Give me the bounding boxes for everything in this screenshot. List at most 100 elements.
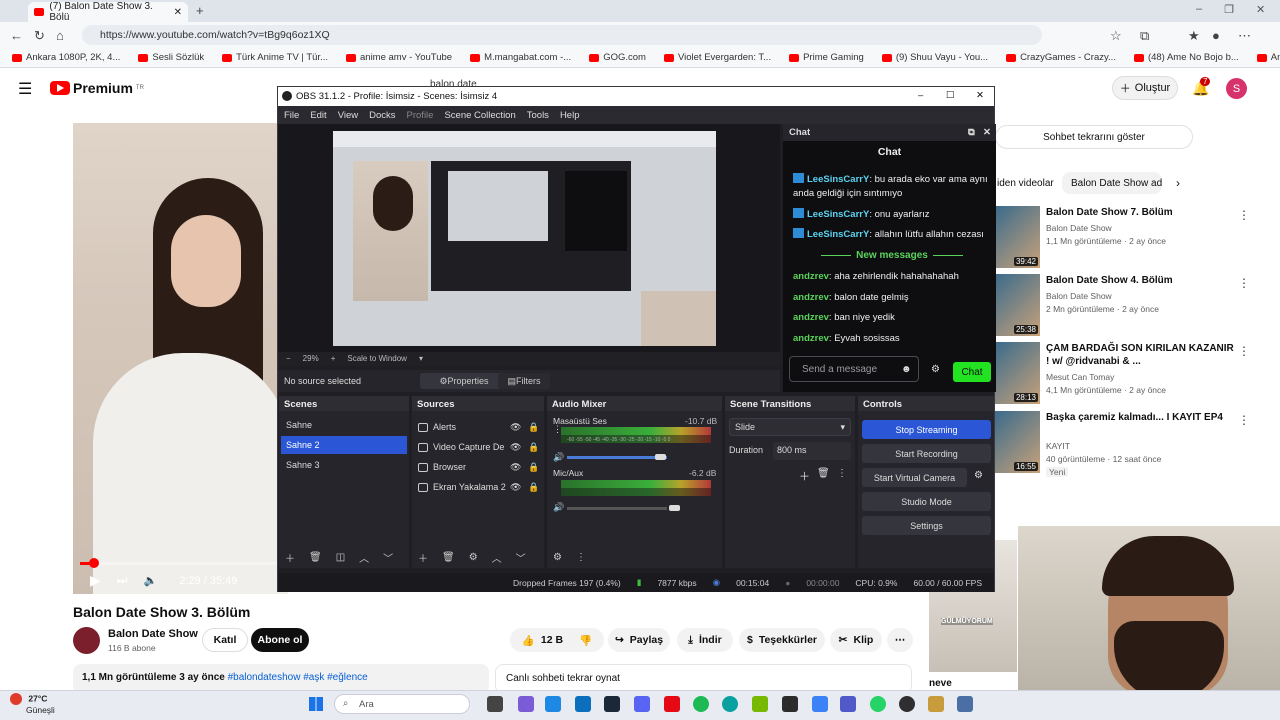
netflix-icon[interactable] (664, 696, 680, 712)
advanced-audio-icon[interactable]: ⚙ (553, 552, 562, 563)
bookmark-item[interactable]: (9) Shuu Vayu - You... (881, 52, 988, 63)
speaker-icon[interactable]: 🔊 (553, 502, 564, 513)
home-icon[interactable]: ⌂ (56, 28, 64, 43)
recommendation-item[interactable]: 28:13 ÇAM BARDAĞI SON KIRILAN KAZANIR ! … (995, 342, 1260, 404)
chat-username[interactable]: LeeSinsCarrY (807, 209, 869, 220)
account-avatar[interactable]: S (1226, 78, 1247, 99)
chat-username[interactable]: andzrev (793, 312, 829, 323)
more-options-icon[interactable]: ⋮ (1238, 276, 1250, 290)
menu-docks[interactable]: Docks (369, 110, 395, 124)
app-icon[interactable] (782, 696, 798, 712)
chat-username[interactable]: LeeSinsCarrY (807, 229, 869, 240)
channel-avatar[interactable] (73, 627, 100, 654)
nvidia-icon[interactable] (752, 696, 768, 712)
new-tab-icon[interactable]: + (196, 3, 204, 18)
scale-mode-select[interactable]: Scale to Window (347, 354, 407, 366)
recommendation-thumbnail[interactable]: 39:42 (995, 206, 1040, 268)
hamburger-menu-icon[interactable]: ☰ (18, 79, 32, 99)
start-virtual-camera-button[interactable]: Start Virtual Camera (862, 468, 967, 487)
obs-minimize-icon[interactable]: – (918, 90, 923, 101)
url-field[interactable]: https://www.youtube.com/watch?v=tBg9q6oz… (82, 25, 1042, 45)
taskbar-search[interactable]: ⌕ Ara (334, 694, 470, 714)
eye-icon[interactable]: 👁 (510, 442, 521, 453)
menu-view[interactable]: View (338, 110, 358, 124)
properties-button[interactable]: ⚙ Properties (420, 373, 508, 389)
lock-icon[interactable]: 🔒 (528, 442, 539, 453)
bookmark-item[interactable]: Violet Evergarden: T... (663, 52, 771, 63)
start-recording-button[interactable]: Start Recording (862, 444, 991, 463)
spotify-icon[interactable] (693, 696, 709, 712)
menu-dots-icon[interactable]: ⋯ (1238, 28, 1251, 44)
start-windows-icon[interactable] (309, 697, 323, 711)
bookmark-item[interactable]: M.mangabat.com -... (470, 52, 571, 63)
close-tab-icon[interactable]: ✕ (174, 7, 182, 18)
menu-file[interactable]: File (284, 110, 299, 124)
obs-preview-canvas[interactable] (333, 131, 716, 346)
extensions-icon[interactable]: ⧉ (1140, 28, 1149, 44)
menu-edit[interactable]: Edit (310, 110, 326, 124)
add-icon[interactable]: ＋ (418, 550, 428, 565)
store-icon[interactable] (575, 696, 591, 712)
source-item[interactable]: Ekran Yakalama 2 👁 🔒 (418, 478, 548, 496)
favorites-icon[interactable]: ★ (1188, 28, 1200, 44)
chat-settings-gear-icon[interactable]: ⚙ (931, 364, 940, 375)
eye-icon[interactable]: 👁 (510, 422, 521, 433)
whatsapp-icon[interactable] (870, 696, 886, 712)
zoom-in-icon[interactable]: + (331, 354, 336, 366)
scene-item[interactable]: Sahne (281, 416, 407, 434)
transition-select[interactable]: Slide ▾ (729, 418, 851, 436)
menu-profile[interactable]: Profile (407, 110, 434, 124)
app-icon[interactable] (812, 696, 828, 712)
recommendation-title[interactable]: Balon Date Show 7. Bölüm (1046, 206, 1236, 219)
join-button[interactable]: Katıl (202, 628, 248, 652)
like-icon[interactable]: 👍 (522, 634, 535, 647)
filter-icon[interactable]: ◫ (336, 552, 345, 563)
scene-item[interactable]: Sahne 3 (281, 456, 407, 474)
chevron-down-icon[interactable]: ▾ (419, 354, 423, 366)
video-scrubber-handle[interactable] (89, 558, 99, 568)
studio-mode-button[interactable]: Studio Mode (862, 492, 991, 511)
recommendation-thumbnail[interactable]: 25:38 (995, 274, 1040, 336)
lock-icon[interactable]: 🔒 (528, 482, 539, 493)
teams-icon[interactable] (840, 696, 856, 712)
download-button[interactable]: ⤓ İndir (677, 628, 733, 652)
show-chat-replay-button[interactable]: Sohbet tekrarını göster (995, 125, 1193, 149)
bookmark-item[interactable]: Türk Anime TV | Tür... (222, 52, 328, 63)
bookmark-item[interactable]: Sesli Sözlük (138, 52, 204, 63)
speaker-icon[interactable]: 🔊 (553, 452, 564, 463)
edge-icon[interactable] (722, 696, 738, 712)
chevron-right-icon[interactable]: › (1176, 176, 1180, 190)
chevron-up-icon[interactable]: ︿ (359, 550, 369, 565)
eye-icon[interactable]: 👁 (510, 482, 521, 493)
mixer-menu-icon[interactable]: ⋮ (553, 424, 562, 435)
play-icon[interactable]: ▶ (90, 572, 101, 589)
chat-send-button[interactable]: Chat (953, 362, 991, 382)
chat-username[interactable]: LeeSinsCarrY (807, 174, 869, 185)
youtube-premium-logo[interactable]: Premium TR (50, 80, 144, 96)
recommendation-item[interactable]: 39:42 Balon Date Show 7. Bölüm Balon Dat… (995, 206, 1260, 268)
add-transition-icon[interactable]: ＋ (799, 468, 810, 484)
remove-transition-icon[interactable]: 🗑 (817, 468, 830, 479)
volume-slider-knob[interactable] (669, 505, 680, 511)
bookmark-item[interactable]: Anime izle | Türk ani... (1256, 52, 1280, 63)
more-options-icon[interactable]: ⋮ (1238, 344, 1250, 358)
more-actions-icon[interactable]: ⋯ (887, 628, 913, 652)
volume-slider-knob[interactable] (655, 454, 666, 460)
obs-close-icon[interactable]: ✕ (976, 90, 984, 101)
chat-username[interactable]: andzrev (793, 333, 829, 344)
chevron-down-icon[interactable]: ﹀ (516, 550, 526, 565)
minimize-icon[interactable]: – (1196, 3, 1202, 16)
add-icon[interactable]: ＋ (285, 550, 295, 565)
video-player[interactable] (73, 123, 288, 594)
recommendation-item[interactable]: 25:38 Balon Date Show 4. Bölüm Balon Dat… (995, 274, 1260, 336)
close-window-icon[interactable]: ✕ (1256, 3, 1265, 16)
task-view-icon[interactable] (487, 696, 503, 712)
maximize-icon[interactable]: ❐ (1224, 3, 1234, 16)
recommendation-title[interactable]: Balon Date Show 4. Bölüm (1046, 274, 1236, 287)
close-dock-icon[interactable]: ✕ (983, 127, 991, 138)
obs-maximize-icon[interactable]: ☐ (946, 90, 955, 101)
favorite-star-icon[interactable]: ☆ (1110, 28, 1122, 44)
chevron-up-icon[interactable]: ︿ (492, 550, 502, 565)
weather-widget[interactable]: 27°C Güneşli (10, 693, 55, 715)
mixer-more-icon[interactable]: ⋮ (576, 552, 586, 563)
